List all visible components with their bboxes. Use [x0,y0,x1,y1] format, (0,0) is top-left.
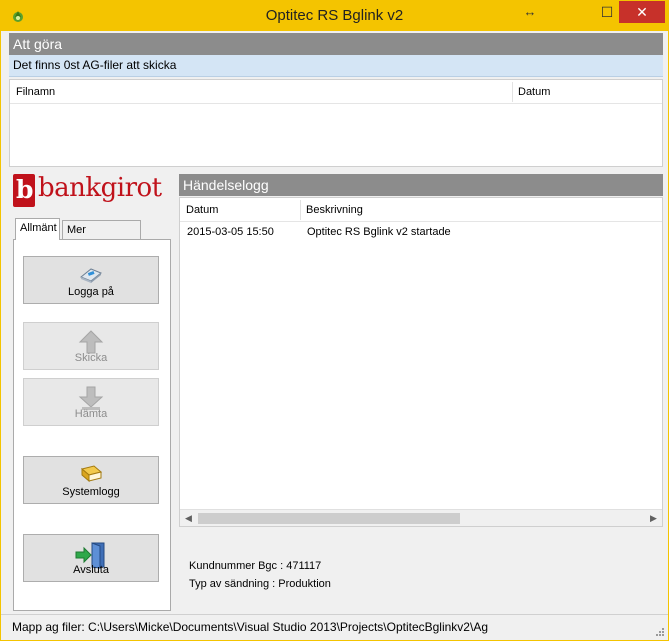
send-button[interactable]: Skicka [23,322,159,370]
close-button[interactable]: ✕ [619,1,665,23]
book-icon [80,465,103,483]
bankgirot-logo-mark: b [13,174,35,207]
login-button-label: Logga på [68,286,114,298]
column-header-filename[interactable]: Filnamn [10,80,512,104]
resize-grip-icon[interactable] [655,627,665,637]
ag-folder-path: Mapp ag filer: C:\Users\Micke\Documents\… [12,620,488,634]
status-bar: Mapp ag filer: C:\Users\Micke\Documents\… [1,614,668,640]
log-row-description: Optitec RS Bglink v2 startade [307,226,451,238]
event-log-list[interactable]: Datum Beskrivning 2015-03-05 15:50 Optit… [179,197,663,527]
fetch-button-label: Hämta [74,408,108,420]
ag-file-list[interactable]: Filnamn Datum [9,79,663,167]
ag-file-list-header: Filnamn Datum [10,80,662,104]
resize-icon: ↔ [523,4,537,19]
send-button-label: Skicka [74,352,108,364]
exit-button[interactable]: Avsluta [23,534,159,582]
event-log-header: Händelselogg [179,174,663,196]
tab-more-info[interactable]: Mer information [62,220,141,254]
scrollbar-thumb[interactable] [198,513,460,524]
todo-header: Att göra [9,33,663,55]
main-window: Optitec RS Bglink v2 ↔ ☐ ✕ Att göra Det … [0,0,669,641]
maximize-button[interactable]: ☐ [593,1,621,23]
system-log-button-label: Systemlogg [62,486,120,498]
todo-status-text: Det finns 0st AG-filer att skicka [9,55,663,77]
title-bar[interactable]: Optitec RS Bglink v2 ↔ ☐ ✕ [1,1,668,31]
column-header-log-date[interactable]: Datum [180,198,300,222]
fetch-button[interactable]: Hämta [23,378,159,426]
tab-general[interactable]: Allmänt [15,218,60,240]
column-header-date[interactable]: Datum [512,80,662,104]
customer-number-text: Kundnummer Bgc : 471117 [189,560,322,572]
scroll-left-icon[interactable]: ◀ [180,510,197,527]
column-header-log-description[interactable]: Beskrivning [300,198,660,222]
bankgirot-logo-text: bankgirot [38,173,162,203]
system-log-button[interactable]: Systemlogg [23,456,159,504]
event-log-list-header: Datum Beskrivning [180,198,662,222]
send-type-text: Typ av sändning : Produktion [189,578,331,590]
scroll-right-icon[interactable]: ▶ [645,510,662,527]
keyboard-icon [80,268,102,283]
log-row-date: 2015-03-05 15:50 [187,226,274,238]
bankgirot-logo: b bankgirot [13,173,169,208]
horizontal-scrollbar[interactable]: ◀ ▶ [180,509,662,526]
login-button[interactable]: Logga på [23,256,159,304]
window-title: Optitec RS Bglink v2 [265,7,404,24]
exit-button-label: Avsluta [73,564,109,576]
